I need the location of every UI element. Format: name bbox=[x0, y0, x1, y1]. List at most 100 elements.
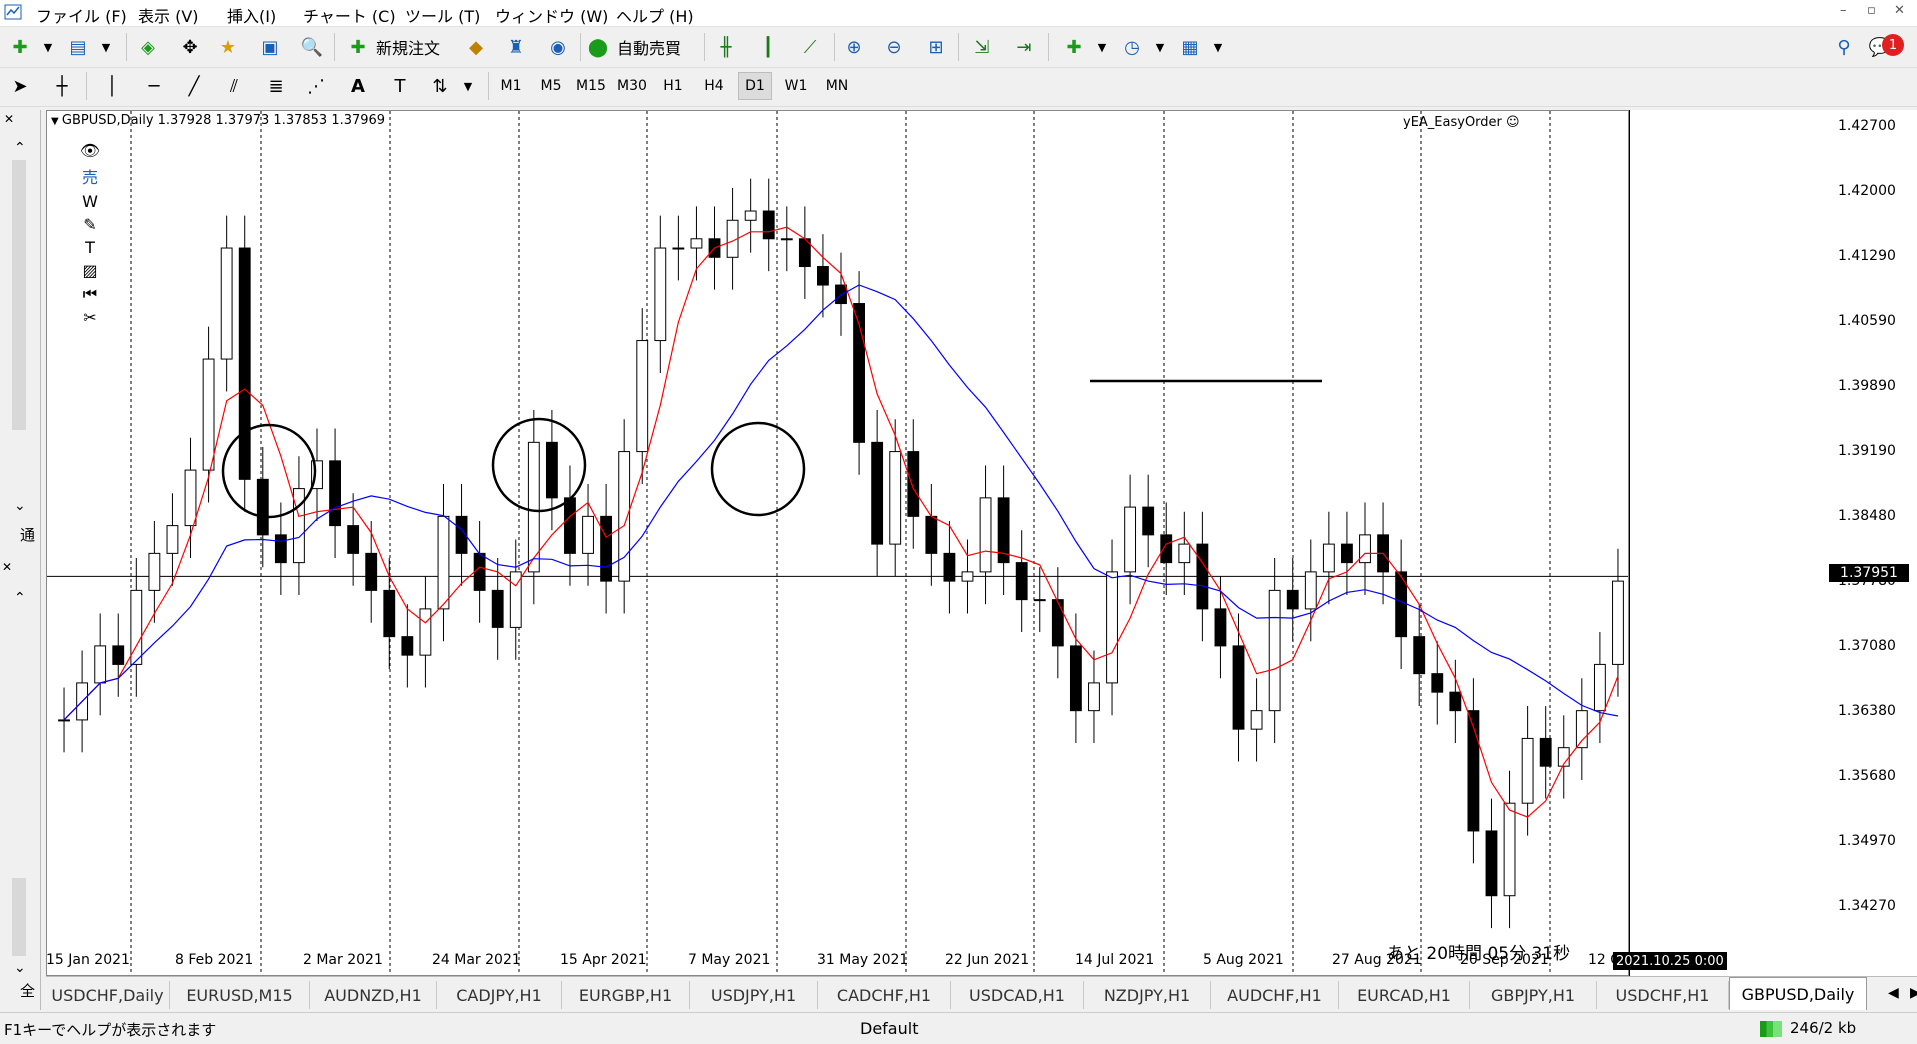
fibonacci-icon[interactable]: ≣ bbox=[262, 72, 290, 100]
terminal-icon[interactable]: ▣ bbox=[256, 33, 284, 61]
sell-icon[interactable]: 売 bbox=[82, 164, 98, 188]
timeframe-m5[interactable]: M5 bbox=[534, 72, 568, 100]
navigator-icon[interactable]: ★ bbox=[214, 33, 242, 61]
signals-icon[interactable]: ♜ bbox=[502, 33, 530, 61]
price-chart[interactable] bbox=[47, 111, 1629, 976]
panel-close-icon[interactable]: ✕ bbox=[2, 560, 12, 574]
crosshair-icon[interactable]: ┼ bbox=[48, 72, 76, 100]
scrollbar-thumb[interactable] bbox=[12, 160, 26, 430]
pencil-icon[interactable]: ✎ bbox=[83, 215, 96, 234]
tab-usdchf-daily[interactable]: USDCHF,Daily bbox=[46, 981, 170, 1009]
chevron-down-icon[interactable]: ▼ bbox=[34, 33, 62, 61]
zoom-out-icon[interactable]: ⊖ bbox=[880, 33, 908, 61]
templates-icon[interactable]: ▦ bbox=[1176, 33, 1204, 61]
tab-eurcad-h1[interactable]: EURCAD,H1 bbox=[1339, 981, 1470, 1009]
new-chart-icon[interactable]: ✚ bbox=[6, 33, 34, 61]
text-icon[interactable]: A bbox=[344, 72, 372, 100]
tab-scroll-right-icon[interactable]: ▶ bbox=[1910, 985, 1917, 1001]
timeframe-m1[interactable]: M1 bbox=[494, 72, 528, 100]
timeframe-h4[interactable]: H4 bbox=[697, 72, 731, 100]
scroll-down-icon[interactable]: ⌄ bbox=[14, 498, 26, 514]
cursor-icon[interactable]: ➤ bbox=[6, 72, 34, 100]
profiles-icon[interactable]: ▤ bbox=[64, 33, 92, 61]
timeframe-m15[interactable]: M15 bbox=[574, 72, 608, 100]
search-icon[interactable]: ⚲ bbox=[1830, 33, 1858, 61]
tab-cadchf-h1[interactable]: CADCHF,H1 bbox=[818, 981, 951, 1009]
auto-scroll-icon[interactable]: ⇲ bbox=[968, 33, 996, 61]
new-order-button[interactable]: 新規注文 bbox=[376, 33, 440, 61]
tab-usdjpy-h1[interactable]: USDJPY,H1 bbox=[690, 981, 818, 1009]
scroll-up-icon[interactable]: ⌃ bbox=[14, 140, 26, 156]
timeframe-h1[interactable]: H1 bbox=[656, 72, 690, 100]
eye-icon[interactable]: 👁 bbox=[80, 141, 100, 160]
scroll-up-icon[interactable]: ⌃ bbox=[14, 590, 26, 606]
tab-cadjpy-h1[interactable]: CADJPY,H1 bbox=[437, 981, 562, 1009]
market-icon[interactable]: ◉ bbox=[544, 33, 572, 61]
tile-windows-icon[interactable]: ⊞ bbox=[922, 33, 950, 61]
tab-audnzd-h1[interactable]: AUDNZD,H1 bbox=[310, 981, 437, 1009]
fibo-fan-icon[interactable]: ⋰ bbox=[302, 72, 330, 100]
menu-tools[interactable]: ツール (T) bbox=[405, 3, 480, 27]
menu-help[interactable]: ヘルプ (H) bbox=[616, 3, 694, 27]
panel-tab-all[interactable]: 全 bbox=[20, 980, 35, 1001]
chevron-down-icon[interactable]: ▼ bbox=[1204, 33, 1232, 61]
tab-gbpjpy-h1[interactable]: GBPJPY,H1 bbox=[1470, 981, 1597, 1009]
tab-nzdjpy-h1[interactable]: NZDJPY,H1 bbox=[1084, 981, 1211, 1009]
w-icon[interactable]: W bbox=[82, 192, 98, 211]
vertical-line-icon[interactable]: │ bbox=[98, 72, 126, 100]
menu-file[interactable]: ファイル (F) bbox=[36, 3, 127, 27]
chevron-down-icon[interactable]: ▼ bbox=[454, 72, 482, 100]
tab-usdcad-h1[interactable]: USDCAD,H1 bbox=[951, 981, 1084, 1009]
panel-tab-common[interactable]: 通 bbox=[20, 524, 35, 545]
tab-audchf-h1[interactable]: AUDCHF,H1 bbox=[1211, 981, 1339, 1009]
chart-window[interactable]: ▼ GBPUSD,Daily 1.37928 1.37973 1.37853 1… bbox=[46, 110, 1629, 976]
menu-view[interactable]: 表示 (V) bbox=[138, 3, 199, 27]
equidistant-channel-icon[interactable]: ⫽ bbox=[220, 72, 248, 100]
tab-eurgbp-h1[interactable]: EURGBP,H1 bbox=[562, 981, 690, 1009]
scissors-icon[interactable]: ✂ bbox=[83, 308, 96, 327]
candlestick-icon[interactable]: ┃ bbox=[754, 33, 782, 61]
zoom-in-icon[interactable]: ⊕ bbox=[840, 33, 868, 61]
scroll-down-icon[interactable]: ⌄ bbox=[14, 960, 26, 976]
chart-shift-icon[interactable]: ⇥ bbox=[1010, 33, 1038, 61]
strategy-tester-icon[interactable]: 🔍 bbox=[298, 33, 326, 61]
metaeditor-icon[interactable]: ◆ bbox=[462, 33, 490, 61]
periods-icon[interactable]: ◷ bbox=[1118, 33, 1146, 61]
bar-chart-icon[interactable]: ╫ bbox=[712, 33, 740, 61]
line-chart-icon[interactable]: ⟋ bbox=[796, 33, 824, 61]
tab-eurusd-m15[interactable]: EURUSD,M15 bbox=[170, 981, 310, 1009]
panel-close-icon[interactable]: ✕ bbox=[4, 112, 14, 126]
text-label-icon[interactable]: T bbox=[386, 72, 414, 100]
notification-badge[interactable]: 1 bbox=[1882, 34, 1904, 56]
timeframe-m30[interactable]: M30 bbox=[615, 72, 649, 100]
chevron-down-icon[interactable]: ▼ bbox=[92, 33, 120, 61]
image-icon[interactable]: ▨ bbox=[82, 261, 97, 280]
timeframe-d1[interactable]: D1 bbox=[738, 72, 772, 100]
scrollbar-thumb[interactable] bbox=[12, 878, 26, 956]
close-icon[interactable]: ✕ bbox=[1894, 3, 1905, 18]
tab-gbpusd-daily[interactable]: GBPUSD,Daily bbox=[1729, 977, 1867, 1010]
new-order-icon[interactable]: ✚ bbox=[344, 33, 372, 61]
app-icon bbox=[4, 4, 22, 20]
data-window-icon[interactable]: ✥ bbox=[176, 33, 204, 61]
auto-trade-button[interactable]: 自動売買 bbox=[617, 33, 681, 61]
indicators-icon[interactable]: ✚ bbox=[1060, 33, 1088, 61]
auto-trade-icon[interactable]: ⬤ bbox=[584, 33, 612, 61]
chevron-down-icon[interactable]: ▼ bbox=[1088, 33, 1116, 61]
tab-scroll-left-icon[interactable]: ◀ bbox=[1888, 985, 1899, 1001]
arrows-icon[interactable]: ⇅ bbox=[426, 72, 454, 100]
text-tool-icon[interactable]: T bbox=[85, 238, 95, 257]
restore-icon[interactable]: ▫ bbox=[1867, 3, 1876, 18]
rewind-icon[interactable]: ⏮ bbox=[83, 284, 97, 304]
menu-window[interactable]: ウィンドウ (W) bbox=[495, 3, 608, 27]
menu-insert[interactable]: 挿入(I) bbox=[227, 3, 276, 27]
tab-usdchf-h1[interactable]: USDCHF,H1 bbox=[1597, 981, 1729, 1009]
menu-chart[interactable]: チャート (C) bbox=[303, 3, 396, 27]
trend-line-icon[interactable]: ╱ bbox=[180, 72, 208, 100]
chevron-down-icon[interactable]: ▼ bbox=[1146, 33, 1174, 61]
horizontal-line-icon[interactable]: ─ bbox=[140, 72, 168, 100]
timeframe-w1[interactable]: W1 bbox=[779, 72, 813, 100]
market-watch-icon[interactable]: ◈ bbox=[134, 33, 162, 61]
timeframe-mn[interactable]: MN bbox=[820, 72, 854, 100]
minimize-icon[interactable]: – bbox=[1840, 3, 1847, 18]
